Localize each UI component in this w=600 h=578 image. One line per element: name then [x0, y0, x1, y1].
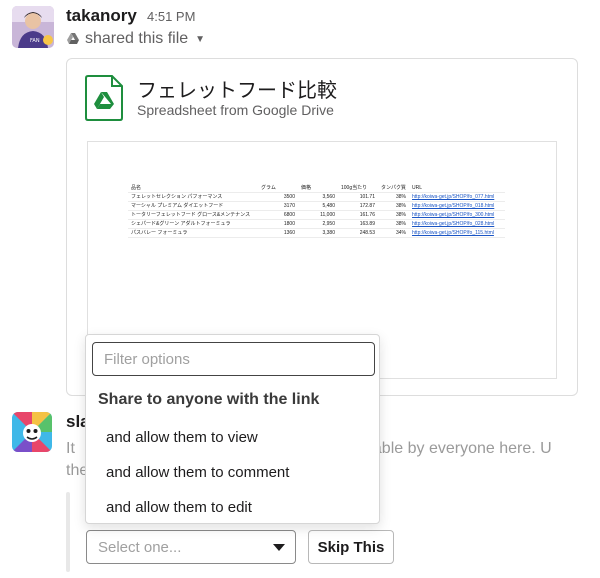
table-cell: 5,480: [298, 201, 338, 211]
filter-options-input[interactable]: [92, 342, 375, 376]
table-cell: シェパード&グリーン アダルトフォーミュラ: [128, 219, 258, 229]
table-cell: 3170: [258, 201, 298, 211]
column-header: 品名: [128, 184, 258, 193]
column-header: グラム: [258, 184, 298, 193]
table-cell: 34%: [378, 228, 410, 238]
option-allow-view[interactable]: and allow them to view: [106, 429, 258, 446]
author-name[interactable]: takanory: [66, 6, 137, 26]
table-cell: 1800: [258, 219, 298, 229]
table-cell: 6800: [258, 210, 298, 220]
bot-message-left: It: [66, 440, 75, 457]
share-option-select[interactable]: Select one...: [86, 530, 296, 564]
table-cell: 38%: [378, 219, 410, 229]
timestamp[interactable]: 4:51 PM: [147, 9, 195, 24]
column-header: URL: [409, 184, 506, 193]
table-cell-link: http://koiwa-get.jp/SHOP/fo_300.html: [409, 210, 506, 220]
table-cell: フェレットセレクション パフォーマンス: [128, 192, 258, 202]
spreadsheet-table: 品名 グラム 価格 100g当たり タンパク質 URL フェレットセレクション …: [128, 184, 506, 238]
table-cell: パスバレー フォーミュラ: [128, 228, 258, 238]
skip-button[interactable]: Skip This: [308, 530, 394, 564]
select-placeholder: Select one...: [98, 539, 182, 556]
table-cell-link: http://koiwa-get.jp/SHOP/fo_028.html: [409, 219, 506, 229]
svg-text:FAN: FAN: [30, 38, 40, 44]
options-dropdown[interactable]: Share to anyone with the link and allow …: [85, 334, 380, 524]
bot-avatar[interactable]: [12, 412, 52, 452]
table-cell: 101.71: [338, 192, 378, 202]
option-group-title: Share to anyone with the link: [98, 391, 320, 408]
table-cell: 248.53: [338, 228, 378, 238]
table-cell: 38%: [378, 192, 410, 202]
shared-file-text: shared this file: [85, 30, 189, 47]
file-source: Spreadsheet from Google Drive: [137, 102, 334, 118]
table-cell: 2,950: [298, 219, 338, 229]
column-header: 価格: [298, 184, 338, 193]
option-allow-edit[interactable]: and allow them to edit: [106, 499, 252, 516]
chevron-down-icon[interactable]: ▼: [195, 34, 205, 45]
table-cell: 3,560: [298, 192, 338, 202]
table-cell: トータリーフェレットフード グロース&メンテナンス: [128, 210, 258, 220]
table-cell-link: http://koiwa-get.jp/SHOP/fo_018.html: [409, 201, 506, 211]
table-row: シェパード&グリーン アダルトフォーミュラ 1800 2,950 163.89 …: [128, 219, 506, 229]
table-row: マーシャル プレミアム ダイエットフード 3170 5,480 172.87 3…: [128, 201, 506, 211]
table-cell: 38%: [378, 201, 410, 211]
shared-file-label[interactable]: shared this file ▼: [66, 30, 205, 48]
table-cell: 11,000: [298, 210, 338, 220]
column-header: タンパク質: [378, 184, 410, 193]
table-cell: マーシャル プレミアム ダイエットフード: [128, 201, 258, 211]
table-cell-link: http://koiwa-get.jp/SHOP/fo_115.html: [409, 228, 506, 238]
table-cell: 38%: [378, 210, 410, 220]
option-allow-comment[interactable]: and allow them to comment: [106, 464, 289, 481]
column-header: 100g当たり: [338, 184, 378, 193]
table-cell-link: http://koiwa-get.jp/SHOP/fo_077.html: [409, 192, 506, 202]
google-sheets-file-icon: [85, 75, 123, 121]
table-cell: 3,380: [298, 228, 338, 238]
file-title[interactable]: フェレットフード比較: [137, 74, 337, 103]
table-cell: 3500: [258, 192, 298, 202]
google-drive-icon: [67, 33, 79, 44]
user-avatar[interactable]: FAN: [12, 6, 54, 48]
table-cell: 161.76: [338, 210, 378, 220]
table-cell: 1360: [258, 228, 298, 238]
table-row: フェレットセレクション パフォーマンス 3500 3,560 101.71 38…: [128, 192, 506, 202]
table-header-row: 品名 グラム 価格 100g当たり タンパク質 URL: [128, 184, 506, 193]
table-cell: 163.89: [338, 219, 378, 229]
table-row: トータリーフェレットフード グロース&メンテナンス 6800 11,000 16…: [128, 210, 506, 220]
table-row: パスバレー フォーミュラ 1360 3,380 248.53 34% http:…: [128, 228, 506, 238]
caret-down-icon: [273, 544, 285, 551]
attachment-bar: [66, 492, 70, 572]
table-cell: 172.87: [338, 201, 378, 211]
